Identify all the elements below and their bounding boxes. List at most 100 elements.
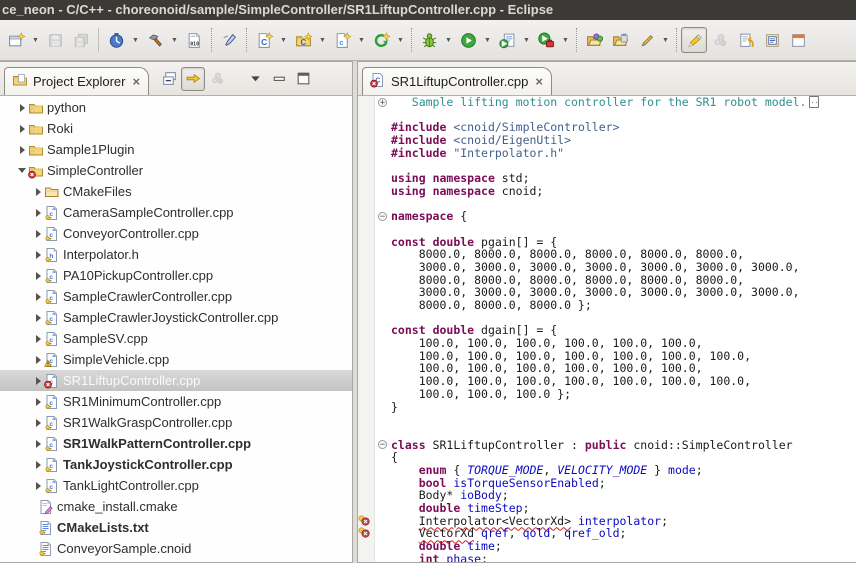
view-menu-button[interactable]	[243, 67, 267, 91]
new-wizard-button[interactable]	[3, 27, 29, 53]
tree-item[interactable]: cSR1WalkPatternController.cpp	[0, 433, 352, 454]
run-history-button[interactable]	[494, 27, 520, 53]
window-titlebar[interactable]: ce_neon - C/C++ - choreonoid/sample/Simp…	[0, 0, 856, 20]
open-task-icon	[612, 32, 629, 49]
run-button[interactable]	[455, 27, 481, 53]
folder-plain-icon	[44, 184, 60, 200]
new-c-file-button[interactable]: c	[329, 27, 355, 53]
new-cpp-class-button[interactable]: C	[290, 27, 316, 53]
annotation-gutter	[358, 172, 375, 185]
tree-item[interactable]: cConveyorController.cpp	[0, 223, 352, 244]
last-edit-location-button[interactable]	[733, 27, 759, 53]
tree-item[interactable]: cSampleSV.cpp	[0, 328, 352, 349]
expand-arrow-icon[interactable]	[32, 461, 44, 469]
tree-item[interactable]: cSR1MinimumController.cpp	[0, 391, 352, 412]
stopwatch-dropdown[interactable]: ▼	[129, 28, 142, 52]
toolbar-separator	[411, 28, 412, 52]
fold-margin	[375, 299, 391, 312]
open-task-button[interactable]	[607, 27, 633, 53]
tree-item[interactable]: cPA10PickupController.cpp	[0, 265, 352, 286]
expand-arrow-icon[interactable]	[32, 440, 44, 448]
debug-button[interactable]	[416, 27, 442, 53]
close-icon[interactable]: ×	[132, 77, 140, 87]
tree-item[interactable]: cmake_install.cmake	[0, 496, 352, 517]
new-wizard-dropdown[interactable]: ▼	[29, 28, 42, 52]
expand-arrow-icon[interactable]	[32, 188, 44, 196]
expand-arrow-icon[interactable]	[32, 356, 44, 364]
fold-minus-icon[interactable]: −	[375, 439, 391, 452]
annotation-gutter	[358, 223, 375, 236]
tree-item[interactable]: hInterpolator.h	[0, 244, 352, 265]
link-with-editor-button[interactable]	[181, 67, 205, 91]
maximize-button[interactable]	[291, 67, 315, 91]
open-type-button[interactable]	[581, 27, 607, 53]
tree-item[interactable]: Roki	[0, 118, 352, 139]
debug-dropdown[interactable]: ▼	[442, 28, 455, 52]
tree-item[interactable]: cSimpleVehicle.cpp	[0, 349, 352, 370]
expand-arrow-icon[interactable]	[16, 125, 28, 133]
expand-arrow-icon[interactable]	[32, 335, 44, 343]
tree-item[interactable]: ConveyorSample.cnoid	[0, 538, 352, 559]
tree-item[interactable]: cSR1LiftupController.cpp	[0, 370, 352, 391]
tree-item[interactable]: cTankJoystickController.cpp	[0, 454, 352, 475]
expand-arrow-icon[interactable]	[32, 314, 44, 322]
new-c-project-dropdown[interactable]: ▼	[277, 28, 290, 52]
close-icon[interactable]: ×	[535, 77, 543, 87]
search-pen-dropdown[interactable]: ▼	[659, 28, 672, 52]
tree-item[interactable]: SimpleController	[0, 160, 352, 181]
expand-arrow-icon[interactable]	[32, 293, 44, 301]
fold-plus-icon[interactable]: +	[375, 96, 391, 109]
search-pen-button[interactable]	[633, 27, 659, 53]
tree-item[interactable]: cTankLightController.cpp	[0, 475, 352, 496]
expand-arrow-icon[interactable]	[32, 419, 44, 427]
tab-project-explorer[interactable]: Project Explorer ×	[4, 67, 149, 95]
new-project-green-button[interactable]	[368, 27, 394, 53]
tree-item[interactable]: CMakeLists.txt	[0, 517, 352, 538]
clipped-tool-button[interactable]	[785, 27, 811, 53]
binary-console-button[interactable]: 010	[181, 27, 207, 53]
profile-button[interactable]	[533, 27, 559, 53]
next-annotation-button[interactable]	[759, 27, 785, 53]
code-line: using namespace std;	[358, 172, 856, 185]
tree-item[interactable]: CMakeFiles	[0, 181, 352, 202]
build-hammer-dropdown[interactable]: ▼	[168, 28, 181, 52]
code-editor[interactable]: + Sample lifting motion controller for t…	[358, 96, 856, 562]
tree-item[interactable]: cSampleCrawlerController.cpp	[0, 286, 352, 307]
new-project-green-dropdown[interactable]: ▼	[394, 28, 407, 52]
svg-text:c: c	[49, 337, 53, 344]
svg-text:010: 010	[190, 41, 199, 47]
tree-item-label: python	[47, 100, 86, 115]
tree-item[interactable]: python	[0, 97, 352, 118]
expand-arrow-icon[interactable]	[32, 377, 44, 385]
stopwatch-button[interactable]	[103, 27, 129, 53]
code-segment: ;	[620, 527, 627, 540]
pin-editor-button[interactable]	[216, 27, 242, 53]
new-cpp-class-dropdown[interactable]: ▼	[316, 28, 329, 52]
mark-occurrences-button[interactable]	[681, 27, 707, 53]
new-c-file-dropdown[interactable]: ▼	[355, 28, 368, 52]
expand-arrow-icon[interactable]	[32, 482, 44, 490]
expand-arrow-icon[interactable]	[32, 251, 44, 259]
run-history-dropdown[interactable]: ▼	[520, 28, 533, 52]
tab-editor-file[interactable]: C SR1LiftupController.cpp ×	[362, 67, 552, 95]
tree-item[interactable]: Sample1Plugin	[0, 139, 352, 160]
expand-arrow-icon[interactable]	[16, 104, 28, 112]
expand-arrow-icon[interactable]	[32, 209, 44, 217]
new-c-project-button[interactable]: C	[251, 27, 277, 53]
tree-item[interactable]: cSR1WalkGraspController.cpp	[0, 412, 352, 433]
expand-arrow-icon[interactable]	[32, 272, 44, 280]
build-hammer-button[interactable]	[142, 27, 168, 53]
collapse-arrow-icon[interactable]	[16, 168, 28, 173]
collapse-all-button[interactable]	[157, 67, 181, 91]
profile-icon	[538, 32, 555, 49]
expand-arrow-icon[interactable]	[32, 230, 44, 238]
expand-arrow-icon[interactable]	[32, 398, 44, 406]
tree-item[interactable]: cCameraSampleController.cpp	[0, 202, 352, 223]
run-dropdown[interactable]: ▼	[481, 28, 494, 52]
fold-minus-icon[interactable]: −	[375, 210, 391, 223]
profile-dropdown[interactable]: ▼	[559, 28, 572, 52]
minimize-button[interactable]	[267, 67, 291, 91]
expand-arrow-icon[interactable]	[16, 146, 28, 154]
tree-item[interactable]: Makefile	[0, 559, 352, 562]
tree-item[interactable]: cSampleCrawlerJoystickController.cpp	[0, 307, 352, 328]
